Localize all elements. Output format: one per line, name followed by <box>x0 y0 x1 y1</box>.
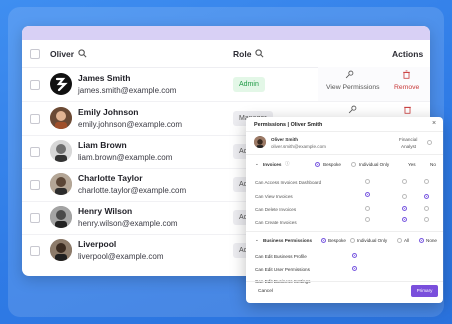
divider <box>246 131 443 132</box>
user-name: Liverpool <box>78 239 117 249</box>
individual-only-label: Individual Only <box>357 238 388 243</box>
perm-radio[interactable] <box>365 179 370 184</box>
permission-label: Can Edit Business Profile <box>255 254 307 259</box>
row-checkbox[interactable] <box>30 180 40 190</box>
name-column-header: Oliver <box>50 49 75 59</box>
divider <box>246 231 443 232</box>
no-column-label: No <box>430 162 436 167</box>
user-name: James Smith <box>78 73 131 83</box>
modal-user-name: Oliver Smith <box>271 137 299 142</box>
info-icon: ⓘ <box>285 161 290 166</box>
trash-icon[interactable] <box>403 105 412 116</box>
user-email: liverpool@example.com <box>78 252 164 261</box>
avatar <box>254 136 266 148</box>
individual-only-label: Individual Only <box>359 162 390 167</box>
perm-radio[interactable] <box>365 206 370 211</box>
table-header: Oliver Role Actions <box>22 40 430 68</box>
perm-radio[interactable] <box>352 266 357 271</box>
perm-radio[interactable] <box>424 217 429 222</box>
modal-user-role: Financial <box>399 137 418 142</box>
actions-column-header: Actions <box>392 49 424 59</box>
user-radio[interactable] <box>427 140 432 145</box>
perm-radio[interactable] <box>402 206 407 211</box>
individual-only-radio[interactable] <box>350 238 355 243</box>
permissions-modal: Permissions | Oliver Smith × Oliver Smit… <box>246 117 443 303</box>
row-checkbox[interactable] <box>30 147 40 157</box>
avatar <box>50 73 72 95</box>
none-label: None <box>426 238 437 243</box>
cancel-button[interactable]: Cancel <box>258 289 273 294</box>
primary-button[interactable]: Primary <box>411 285 438 297</box>
none-radio[interactable] <box>419 238 424 243</box>
all-radio[interactable] <box>397 238 402 243</box>
modal-user-email: oliver.smith@example.com <box>271 144 326 149</box>
search-icon[interactable] <box>255 49 264 60</box>
remove-button[interactable]: Remove <box>394 84 419 91</box>
bespoke-radio[interactable] <box>315 162 320 167</box>
select-all-checkbox[interactable] <box>30 49 40 59</box>
permission-label: Can View Invoices <box>255 194 293 199</box>
perm-radio[interactable] <box>365 217 370 222</box>
user-email: liam.brown@example.com <box>78 153 173 162</box>
search-icon[interactable] <box>78 49 87 60</box>
key-icon <box>345 70 354 81</box>
bespoke-label: Bespoke <box>323 162 341 167</box>
business-permissions-label: Business Permissions <box>263 238 313 243</box>
role-column-header: Role <box>233 49 252 59</box>
perm-radio[interactable] <box>402 217 407 222</box>
trash-icon <box>402 70 411 81</box>
row-checkbox[interactable] <box>30 213 40 223</box>
key-icon[interactable] <box>348 105 357 116</box>
permission-label: Can Delete Invoices <box>255 207 297 212</box>
user-email: henry.wilson@example.com <box>78 219 178 228</box>
user-name: Liam Brown <box>78 140 127 150</box>
permission-label: Can Access Invoices Dashboard <box>255 180 322 185</box>
row-checkbox[interactable] <box>30 114 40 124</box>
row-actions: View Permissions Remove <box>318 67 430 101</box>
user-name: Henry Wilson <box>78 206 133 216</box>
bespoke-label: Bespoke <box>328 238 346 243</box>
individual-only-radio[interactable] <box>351 162 356 167</box>
user-name: Charlotte Taylor <box>78 173 143 183</box>
avatar <box>50 206 72 228</box>
perm-radio[interactable] <box>424 206 429 211</box>
card-top-stripe <box>22 26 430 40</box>
row-checkbox[interactable] <box>30 246 40 256</box>
row-checkbox[interactable] <box>30 80 40 90</box>
avatar <box>50 140 72 162</box>
modal-user-role-2: Analyst <box>401 144 417 149</box>
perm-radio[interactable] <box>424 194 429 199</box>
all-label: All <box>404 238 410 243</box>
bespoke-radio[interactable] <box>321 238 326 243</box>
divider <box>246 154 443 155</box>
avatar <box>50 239 72 261</box>
perm-radio[interactable] <box>365 192 370 197</box>
invoices-section-label: Invoices <box>263 162 282 167</box>
perm-radio[interactable] <box>402 179 407 184</box>
avatar <box>50 173 72 195</box>
chevron-down-icon[interactable]: ⌄ <box>255 161 259 167</box>
perm-radio[interactable] <box>424 179 429 184</box>
permission-label: Can Edit User Permissions <box>255 267 310 272</box>
modal-title: Permissions | Oliver Smith <box>254 122 323 128</box>
role-badge[interactable]: Admin <box>233 77 265 92</box>
user-name: Emily Johnson <box>78 107 139 117</box>
view-permissions-button[interactable]: View Permissions <box>326 84 380 91</box>
divider <box>246 281 443 282</box>
permission-label: Can Create Invoices <box>255 220 297 225</box>
close-icon[interactable]: × <box>432 120 436 127</box>
user-email: emily.johnson@example.com <box>78 120 183 129</box>
perm-radio[interactable] <box>352 253 357 258</box>
perm-radio[interactable] <box>402 194 407 199</box>
user-email: charlotte.taylor@example.com <box>78 186 187 195</box>
user-email: james.smith@example.com <box>78 86 177 95</box>
yes-column-label: Yes <box>408 162 416 167</box>
chevron-down-icon[interactable]: ⌄ <box>255 237 259 243</box>
avatar <box>50 107 72 129</box>
